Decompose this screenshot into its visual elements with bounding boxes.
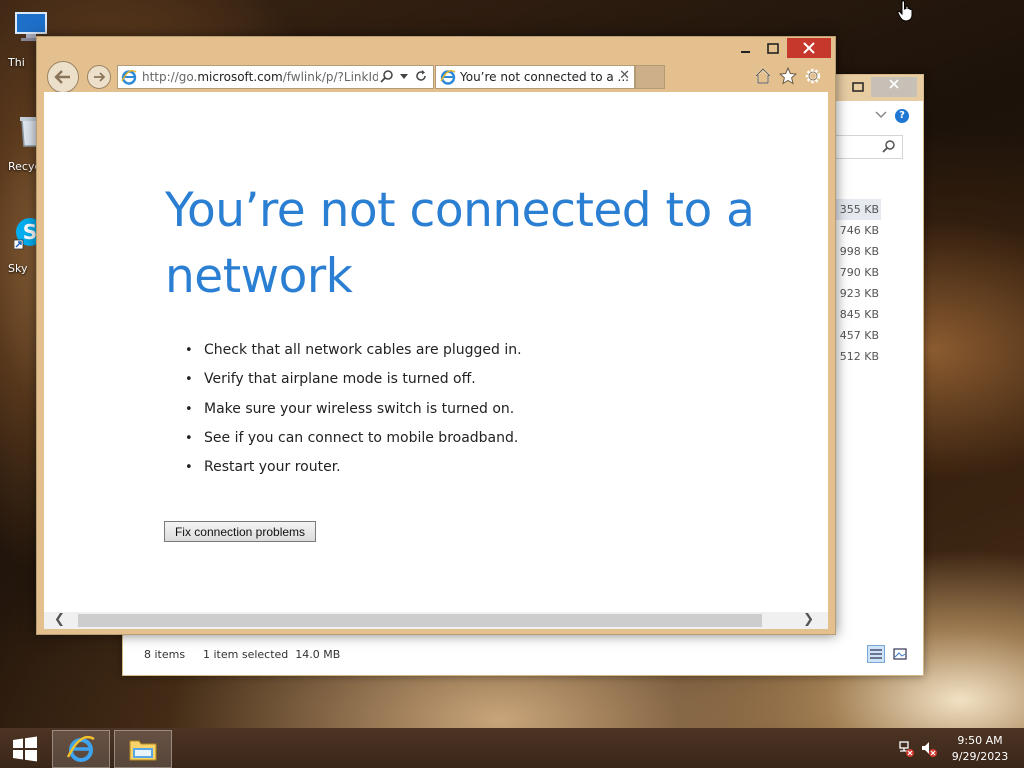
address-bar[interactable]: http://go.microsoft.com/fwlink/p/?LinkId… — [117, 65, 434, 89]
selection-info: 1 item selected 14.0 MB — [203, 648, 341, 661]
taskbar-internet-explorer[interactable] — [52, 730, 110, 768]
item-count: 8 items — [144, 648, 186, 661]
url-path: /fwlink/p/?LinkId=2 — [282, 70, 378, 84]
desktop-icon-label: Thi — [8, 56, 25, 69]
list-item: Check that all network cables are plugge… — [185, 338, 522, 367]
back-button[interactable] — [47, 61, 79, 93]
tab-active[interactable]: You’re not connected to a ... ✕ — [435, 65, 635, 89]
desktop-icon-label: Sky — [8, 262, 28, 275]
taskbar-file-explorer[interactable] — [114, 730, 172, 768]
list-item: See if you can connect to mobile broadba… — [185, 426, 522, 455]
clock-date: 9/29/2023 — [951, 750, 1009, 763]
file-size[interactable]: 355 KB — [831, 199, 881, 220]
hand-cursor-icon — [897, 0, 913, 22]
taskbar: 9:50 AM 9/29/2023 — [0, 728, 1024, 768]
page-heading: You’re not connected to a network — [165, 183, 755, 304]
maximize-icon[interactable] — [845, 78, 871, 96]
file-size[interactable]: 845 KB — [831, 304, 881, 325]
file-size[interactable]: 457 KB — [831, 325, 881, 346]
large-icons-view-icon[interactable] — [891, 645, 909, 663]
url-prefix: http://go. — [142, 70, 198, 84]
close-button[interactable] — [787, 38, 831, 58]
arrow-right-icon — [94, 72, 106, 82]
tab-title: You’re not connected to a ... — [460, 70, 629, 84]
url-domain: microsoft.com — [197, 70, 283, 84]
help-icon[interactable]: ? — [895, 109, 909, 123]
list-item: Verify that airplane mode is turned off. — [185, 367, 522, 396]
refresh-icon[interactable] — [414, 69, 428, 83]
details-view-icon[interactable] — [867, 645, 885, 663]
explorer-close-button[interactable] — [871, 77, 917, 97]
fix-connection-button[interactable]: Fix connection problems — [164, 521, 316, 542]
file-size[interactable]: 998 KB — [831, 241, 881, 262]
folder-icon — [129, 740, 157, 761]
scrollbar-thumb[interactable] — [78, 614, 762, 627]
address-url[interactable]: http://go.microsoft.com/fwlink/p/?LinkId… — [142, 66, 378, 88]
settings-gear-icon[interactable] — [804, 67, 822, 85]
list-item: Restart your router. — [185, 455, 522, 484]
close-icon — [889, 79, 899, 89]
horizontal-scrollbar[interactable]: ❮ ❯ — [44, 612, 828, 629]
volume-muted-icon[interactable] — [920, 740, 938, 758]
new-tab-button[interactable] — [635, 65, 665, 89]
explorer-status-bar: 8 items 1 item selected 14.0 MB — [123, 645, 923, 675]
clock-time: 9:50 AM — [957, 734, 1003, 747]
list-item: Make sure your wireless switch is turned… — [185, 397, 522, 426]
chevron-down-icon[interactable] — [875, 108, 887, 122]
file-size[interactable]: 923 KB — [831, 283, 881, 304]
search-icon[interactable] — [380, 69, 394, 83]
scroll-left-icon[interactable]: ❮ — [54, 612, 65, 627]
file-size[interactable]: 746 KB — [831, 220, 881, 241]
page-content: You’re not connected to a network Check … — [44, 92, 828, 612]
scroll-right-icon[interactable]: ❯ — [803, 612, 814, 627]
arrow-left-icon — [54, 70, 70, 84]
windows-start-icon[interactable] — [12, 736, 38, 762]
network-disconnected-icon[interactable] — [897, 740, 915, 758]
forward-button[interactable] — [87, 65, 111, 89]
ie-logo-icon — [66, 735, 95, 762]
home-icon[interactable] — [754, 67, 772, 85]
file-size[interactable]: 790 KB — [831, 262, 881, 283]
search-icon — [882, 140, 895, 153]
ie-logo-icon — [121, 69, 137, 85]
troubleshooting-list: Check that all network cables are plugge… — [185, 338, 522, 484]
minimize-icon[interactable] — [737, 41, 755, 57]
favorites-star-icon[interactable] — [779, 67, 797, 85]
ie-logo-icon — [440, 69, 456, 85]
internet-explorer-window[interactable]: http://go.microsoft.com/fwlink/p/?LinkId… — [36, 36, 836, 635]
system-clock[interactable]: 9:50 AM 9/29/2023 — [940, 733, 1020, 765]
dropdown-arrow-icon[interactable] — [397, 69, 411, 83]
file-size-column: 355 KB 746 KB 998 KB 790 KB 923 KB 845 K… — [831, 199, 881, 367]
tab-close-icon[interactable]: ✕ — [619, 68, 630, 83]
file-size[interactable]: 512 KB — [831, 346, 881, 367]
maximize-icon[interactable] — [763, 41, 783, 57]
close-icon — [803, 42, 815, 54]
